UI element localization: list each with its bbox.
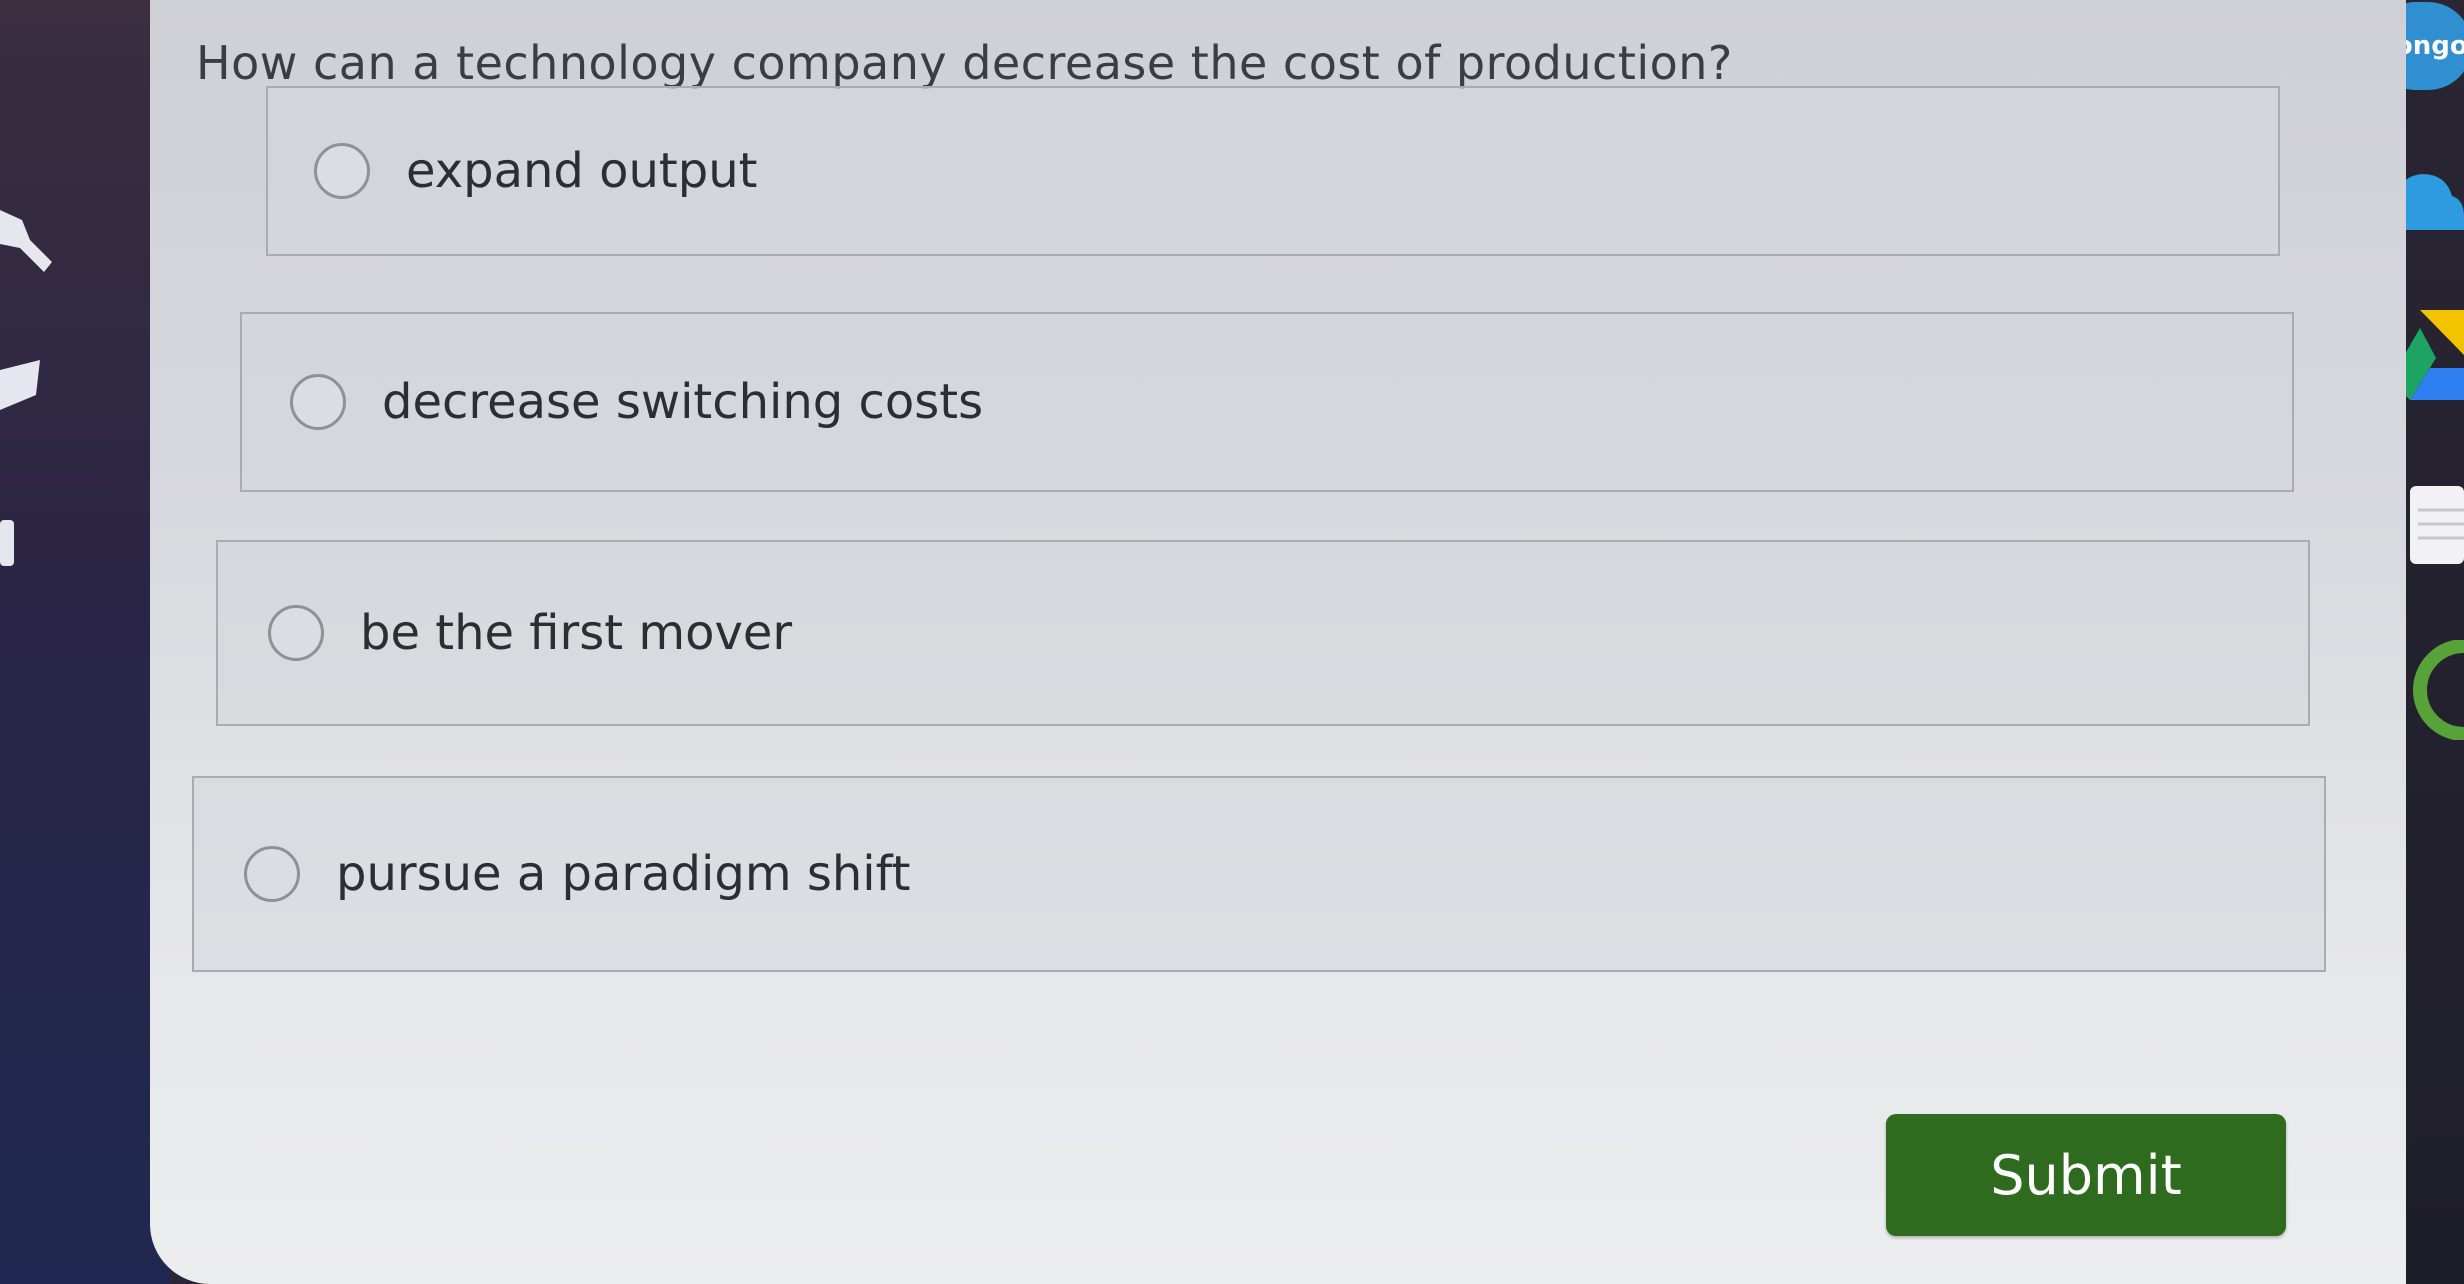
radio-button[interactable]	[314, 143, 370, 199]
option-decrease-switching-costs[interactable]: decrease switching costs	[240, 312, 2294, 492]
option-label: decrease switching costs	[382, 374, 984, 430]
radio-button[interactable]	[290, 374, 346, 430]
option-expand-output[interactable]: expand output	[266, 86, 2280, 256]
wrench-icon[interactable]	[0, 200, 60, 280]
option-label: expand output	[406, 143, 758, 199]
radio-button[interactable]	[244, 846, 300, 902]
option-first-mover[interactable]: be the first mover	[216, 540, 2310, 726]
left-sidebar	[0, 0, 170, 1284]
tab-icon[interactable]	[0, 520, 20, 570]
submit-button[interactable]: Submit	[1886, 1114, 2286, 1236]
question-text: How can a technology company decrease th…	[196, 36, 1733, 90]
option-paradigm-shift[interactable]: pursue a paradigm shift	[192, 776, 2326, 972]
graduation-cap-icon[interactable]	[0, 350, 45, 420]
radio-button[interactable]	[268, 605, 324, 661]
option-label: pursue a paradigm shift	[336, 846, 911, 902]
option-label: be the first mover	[360, 605, 793, 661]
document-icon[interactable]	[2406, 480, 2464, 570]
green-circle-icon[interactable]	[2410, 640, 2464, 740]
